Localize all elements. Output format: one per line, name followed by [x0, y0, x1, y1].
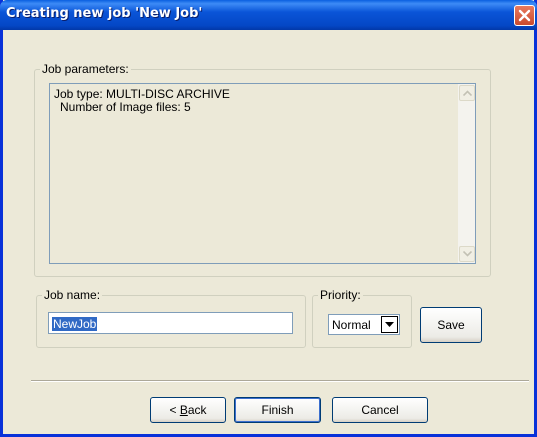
save-button[interactable]: Save	[420, 307, 482, 343]
priority-dropdown-button[interactable]	[381, 316, 398, 333]
image-files-line: Number of Image files: 5	[60, 100, 191, 114]
priority-legend: Priority:	[320, 288, 361, 302]
job-parameters-textarea[interactable]: Job type: MULTI-DISC ARCHIVE Number of I…	[49, 83, 476, 264]
vertical-scrollbar[interactable]	[458, 84, 475, 263]
back-button[interactable]: < Back	[150, 397, 226, 423]
close-button[interactable]	[514, 5, 535, 26]
scroll-up-button[interactable]	[459, 85, 475, 101]
cancel-button[interactable]: Cancel	[332, 397, 428, 423]
dialog-window: Creating new job 'New Job' Job parameter…	[0, 0, 537, 437]
button-separator	[31, 380, 529, 382]
title-bar[interactable]: Creating new job 'New Job'	[0, 0, 537, 30]
priority-selected-value: Normal	[332, 318, 371, 332]
priority-dropdown[interactable]: Normal	[328, 314, 400, 335]
job-name-value: NewJob	[52, 317, 98, 331]
scroll-down-button[interactable]	[459, 246, 475, 262]
job-parameters-text: Job type: MULTI-DISC ARCHIVE Number of I…	[54, 88, 230, 114]
job-name-legend: Job name:	[44, 288, 101, 302]
back-button-label: < Back	[169, 403, 207, 417]
finish-button[interactable]: Finish	[234, 397, 321, 423]
job-parameters-legend: Job parameters:	[42, 62, 129, 76]
window-title: Creating new job 'New Job'	[6, 6, 203, 21]
scroll-down-arrow-icon	[463, 251, 472, 257]
close-icon	[518, 9, 531, 22]
scroll-up-arrow-icon	[463, 90, 472, 96]
job-name-input[interactable]: NewJob	[48, 312, 293, 334]
chevron-down-icon	[385, 322, 394, 327]
